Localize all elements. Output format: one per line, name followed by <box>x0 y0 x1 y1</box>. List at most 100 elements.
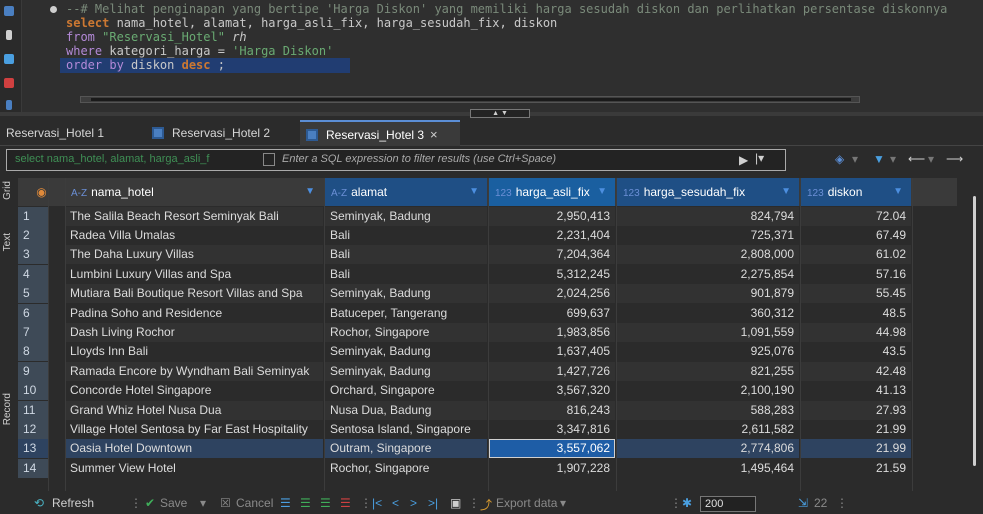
cell-alamat[interactable]: Bali <box>325 264 487 284</box>
row-number[interactable]: 10 <box>18 381 48 401</box>
table-row[interactable]: 11 Grand Whiz Hotel Nusa Dua Nusa Dua, Bad… <box>18 400 975 420</box>
close-icon[interactable]: × <box>430 127 438 142</box>
erase-filter-icon[interactable]: ◈ <box>835 152 844 166</box>
cell-diskon[interactable]: 55.45 <box>801 284 911 304</box>
filter-funnel-icon[interactable]: ▼ <box>873 152 885 166</box>
cell-alamat[interactable]: Bali <box>325 245 487 265</box>
cell-harga-sesudah-fix[interactable]: 901,879 <box>617 284 799 304</box>
row-number[interactable]: 1 <box>18 206 48 226</box>
cell-harga-asli-fix[interactable]: 5,312,245 <box>489 264 615 284</box>
row-number[interactable]: 6 <box>18 303 48 323</box>
table-row[interactable]: 12 Village Hotel Sentosa by Far East Hosp… <box>18 419 975 439</box>
save-icon[interactable]: ✔ <box>145 496 155 510</box>
cell-nama-hotel[interactable]: The Salila Beach Resort Seminyak Bali <box>65 206 323 226</box>
cell-nama-hotel[interactable]: The Daha Luxury Villas <box>65 245 323 265</box>
cell-nama-hotel[interactable]: Radea Villa Umalas <box>65 225 323 245</box>
sort-filter-icon[interactable]: ▼ <box>305 178 315 206</box>
cell-harga-sesudah-fix[interactable]: 1,091,559 <box>617 322 799 342</box>
settings-icon[interactable]: ✱ <box>682 496 692 510</box>
cell-harga-asli-fix[interactable]: 699,637 <box>489 303 615 323</box>
delete-row-icon[interactable]: ☰ <box>340 496 351 510</box>
table-row[interactable]: 7 Dash Living Rochor Rochor, Singapore 1,98… <box>18 322 975 342</box>
cell-alamat[interactable]: Orchard, Singapore <box>325 381 487 401</box>
back-arrow-icon[interactable]: ⟵ <box>908 152 925 166</box>
cell-harga-sesudah-fix[interactable]: 2,100,190 <box>617 381 799 401</box>
cell-harga-sesudah-fix[interactable]: 2,774,806 <box>617 439 799 459</box>
row-number[interactable]: 14 <box>18 458 48 478</box>
table-row[interactable]: 3 The Daha Luxury Villas Bali 7,204,364 2,80… <box>18 245 975 265</box>
tab-reservasi-hotel-3[interactable]: Reservasi_Hotel 3 × <box>300 120 460 146</box>
apply-filter-icon[interactable]: ▶ <box>739 153 748 167</box>
code-line-2[interactable]: select nama_hotel, alamat, harga_asli_fi… <box>66 16 557 31</box>
cell-harga-sesudah-fix[interactable]: 2,275,854 <box>617 264 799 284</box>
cell-nama-hotel[interactable]: Oasia Hotel Downtown <box>65 439 323 459</box>
editor-horizontal-scrollbar[interactable] <box>80 96 860 103</box>
cancel-icon[interactable]: ☒ <box>220 496 231 510</box>
table-row[interactable]: 13 Oasia Hotel Downtown Outram, Singapore 3… <box>18 439 975 459</box>
column-header-nama-hotel[interactable]: A-Z nama_hotel ▼ <box>65 178 323 206</box>
cell-diskon[interactable]: 21.99 <box>801 439 911 459</box>
dropdown-icon[interactable]: ▾ <box>852 152 858 166</box>
cell-harga-asli-fix[interactable]: 2,231,404 <box>489 225 615 245</box>
cell-harga-sesudah-fix[interactable]: 824,794 <box>617 206 799 226</box>
cell-harga-sesudah-fix[interactable]: 1,495,464 <box>617 458 799 478</box>
cell-nama-hotel[interactable]: Village Hotel Sentosa by Far East Hospit… <box>65 419 323 439</box>
sort-filter-icon[interactable]: ▼ <box>781 178 791 206</box>
cell-nama-hotel[interactable]: Lloyds Inn Bali <box>65 342 323 362</box>
row-number[interactable]: 2 <box>18 225 48 245</box>
cell-nama-hotel[interactable]: Summer View Hotel <box>65 458 323 478</box>
code-line-4[interactable]: where kategori_harga = 'Harga Diskon' <box>66 44 333 59</box>
cell-harga-sesudah-fix[interactable]: 360,312 <box>617 303 799 323</box>
cell-diskon[interactable]: 21.59 <box>801 458 911 478</box>
fold-icon[interactable] <box>50 6 57 13</box>
cell-diskon[interactable]: 48.5 <box>801 303 911 323</box>
refresh-button[interactable]: Refresh <box>52 496 94 510</box>
table-row[interactable]: 1 The Salila Beach Resort Seminyak Bali Se… <box>18 206 975 226</box>
cell-harga-sesudah-fix[interactable]: 821,255 <box>617 361 799 381</box>
cell-harga-asli-fix[interactable]: 1,983,856 <box>489 322 615 342</box>
cell-diskon[interactable]: 21.99 <box>801 419 911 439</box>
fetch-size-input[interactable] <box>700 496 756 512</box>
cell-diskon[interactable]: 43.5 <box>801 342 911 362</box>
column-header-harga-asli-fix[interactable]: 123 harga_asli_fix ▼ <box>489 178 615 206</box>
grid-vertical-scrollbar[interactable] <box>957 178 983 491</box>
refresh-icon[interactable]: ⟲ <box>34 496 44 510</box>
copy-row-icon[interactable]: ☰ <box>320 496 331 510</box>
row-number[interactable]: 8 <box>18 342 48 362</box>
cell-alamat[interactable]: Rochor, Singapore <box>325 458 487 478</box>
cell-diskon[interactable]: 41.13 <box>801 381 911 401</box>
table-row[interactable]: 14 Summer View Hotel Rochor, Singapore 1,90… <box>18 458 975 478</box>
cell-alamat[interactable]: Sentosa Island, Singapore <box>325 419 487 439</box>
column-header-harga-sesudah-fix[interactable]: 123 harga_sesudah_fix ▼ <box>617 178 799 206</box>
cell-diskon[interactable]: 42.48 <box>801 361 911 381</box>
export-icon[interactable]: ⤴ <box>480 496 492 513</box>
cell-harga-asli-fix[interactable]: 816,243 <box>489 400 615 420</box>
dropdown-icon[interactable]: ▾ <box>890 152 896 166</box>
row-number[interactable]: 7 <box>18 322 48 342</box>
cell-harga-asli-fix[interactable]: 2,950,413 <box>489 206 615 226</box>
cell-harga-asli-fix[interactable]: 3,567,320 <box>489 381 615 401</box>
cell-alamat[interactable]: Nusa Dua, Badung <box>325 400 487 420</box>
row-number[interactable]: 5 <box>18 284 48 304</box>
last-page-icon[interactable]: >| <box>428 496 438 510</box>
cell-harga-asli-fix[interactable]: 1,427,726 <box>489 361 615 381</box>
dropdown-icon[interactable]: ▾ <box>200 496 206 510</box>
grid-view-toggle[interactable]: Grid <box>2 181 13 200</box>
row-number[interactable]: 13 <box>18 439 48 459</box>
cell-harga-asli-fix[interactable]: 7,204,364 <box>489 245 615 265</box>
cell-diskon[interactable]: 27.93 <box>801 400 911 420</box>
sort-filter-icon[interactable]: ▼ <box>893 178 903 206</box>
cell-diskon[interactable]: 67.49 <box>801 225 911 245</box>
cell-alamat[interactable]: Seminyak, Badung <box>325 342 487 362</box>
add-row-icon[interactable]: ☰ <box>300 496 311 510</box>
dropdown-icon[interactable]: ▾ <box>560 496 566 510</box>
cell-diskon[interactable]: 57.16 <box>801 264 911 284</box>
sql-editor[interactable]: --# Melihat penginapan yang bertipe 'Har… <box>0 0 983 116</box>
cell-alamat[interactable]: Seminyak, Badung <box>325 284 487 304</box>
cell-nama-hotel[interactable]: Concorde Hotel Singapore <box>65 381 323 401</box>
scrollbar-thumb[interactable] <box>973 196 976 466</box>
code-line-1[interactable]: --# Melihat penginapan yang bertipe 'Har… <box>66 2 947 17</box>
cell-harga-asli-fix[interactable]: 2,024,256 <box>489 284 615 304</box>
cell-nama-hotel[interactable]: Dash Living Rochor <box>65 322 323 342</box>
cell-harga-asli-fix[interactable]: 3,347,816 <box>489 419 615 439</box>
